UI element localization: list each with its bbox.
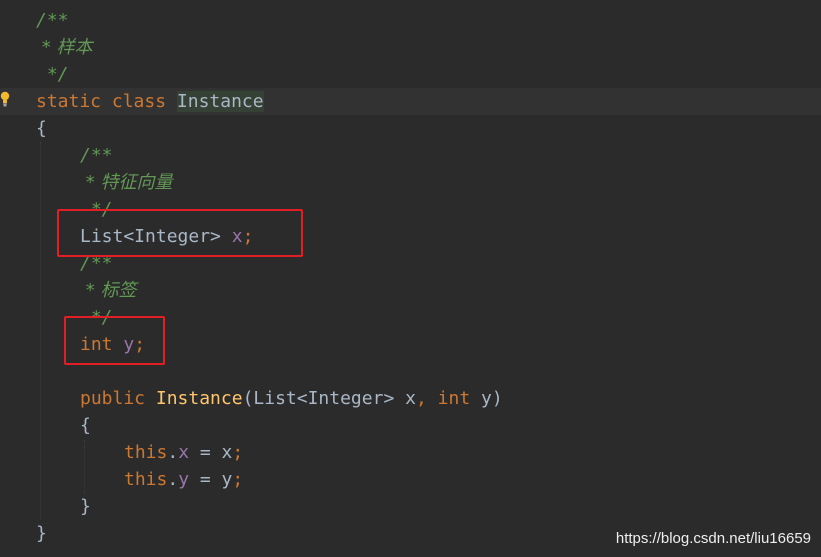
- code-token: y: [178, 469, 190, 490]
- code-line[interactable]: * 样本: [0, 34, 821, 61]
- code-token: static class: [36, 91, 177, 112]
- highlight-box-field-y: [64, 316, 165, 365]
- code-line-text: static class Instance: [36, 88, 264, 115]
- code-line-text: {: [80, 412, 91, 439]
- code-line[interactable]: public Instance(List<Integer> x, int y): [0, 385, 821, 412]
- code-line[interactable]: * 特征向量: [0, 169, 821, 196]
- code-line[interactable]: this.x = x;: [0, 439, 821, 466]
- code-line[interactable]: {: [0, 115, 821, 142]
- code-token: ,: [415, 388, 438, 409]
- code-token: ;: [232, 442, 244, 463]
- code-token: x: [178, 442, 190, 463]
- code-line[interactable]: static class Instance: [0, 88, 821, 115]
- code-line-text: */: [36, 61, 69, 88]
- code-line-text: * 标签: [80, 277, 137, 304]
- code-token: this: [124, 442, 168, 463]
- code-line[interactable]: {: [0, 412, 821, 439]
- code-token: {: [36, 118, 47, 139]
- code-token: = y: [189, 469, 233, 490]
- code-line-text: }: [80, 493, 91, 520]
- code-line[interactable]: }: [0, 493, 821, 520]
- indent-guide-inner: [84, 440, 85, 494]
- code-token: y): [481, 388, 503, 409]
- code-token: .: [167, 442, 179, 463]
- code-line[interactable]: this.y = y;: [0, 466, 821, 493]
- watermark: https://blog.csdn.net/liu16659: [615, 530, 811, 547]
- code-token: {: [80, 415, 91, 436]
- code-line-text: /**: [36, 7, 69, 34]
- code-token: Instance: [155, 388, 243, 409]
- code-line[interactable]: /**: [0, 142, 821, 169]
- code-token: Instance: [176, 91, 264, 112]
- code-token: * 特征向量: [80, 172, 173, 193]
- code-token: * 标签: [80, 280, 137, 301]
- code-line[interactable]: * 标签: [0, 277, 821, 304]
- code-token: .: [167, 469, 179, 490]
- code-token: }: [80, 496, 91, 517]
- code-token: (List<Integer> x: [242, 388, 416, 409]
- code-token: public: [80, 388, 156, 409]
- code-token: = x: [189, 442, 233, 463]
- code-token: /**: [80, 145, 113, 166]
- code-line-text: {: [36, 115, 47, 142]
- code-token: */: [36, 64, 69, 85]
- code-token: int: [437, 388, 481, 409]
- code-line-text: /**: [80, 142, 113, 169]
- code-line-text: * 特征向量: [80, 169, 173, 196]
- code-token: /**: [36, 10, 69, 31]
- code-line-text: public Instance(List<Integer> x, int y): [80, 385, 503, 412]
- code-token: }: [36, 523, 47, 544]
- indent-guide-outer: [40, 142, 41, 520]
- highlight-box-field-x: [57, 209, 303, 257]
- code-token: ;: [232, 469, 244, 490]
- code-line-text: this.x = x;: [124, 439, 243, 466]
- code-line-text: * 样本: [36, 34, 93, 61]
- code-token: this: [124, 469, 168, 490]
- code-token: * 样本: [36, 37, 93, 58]
- code-editor[interactable]: }} this.y = y; this.x = x;{public Instance…: [0, 0, 821, 557]
- code-line[interactable]: */: [0, 61, 821, 88]
- code-line-text: this.y = y;: [124, 466, 243, 493]
- lightbulb-icon[interactable]: [0, 91, 10, 107]
- code-line[interactable]: /**: [0, 7, 821, 34]
- code-line-text: }: [36, 520, 47, 547]
